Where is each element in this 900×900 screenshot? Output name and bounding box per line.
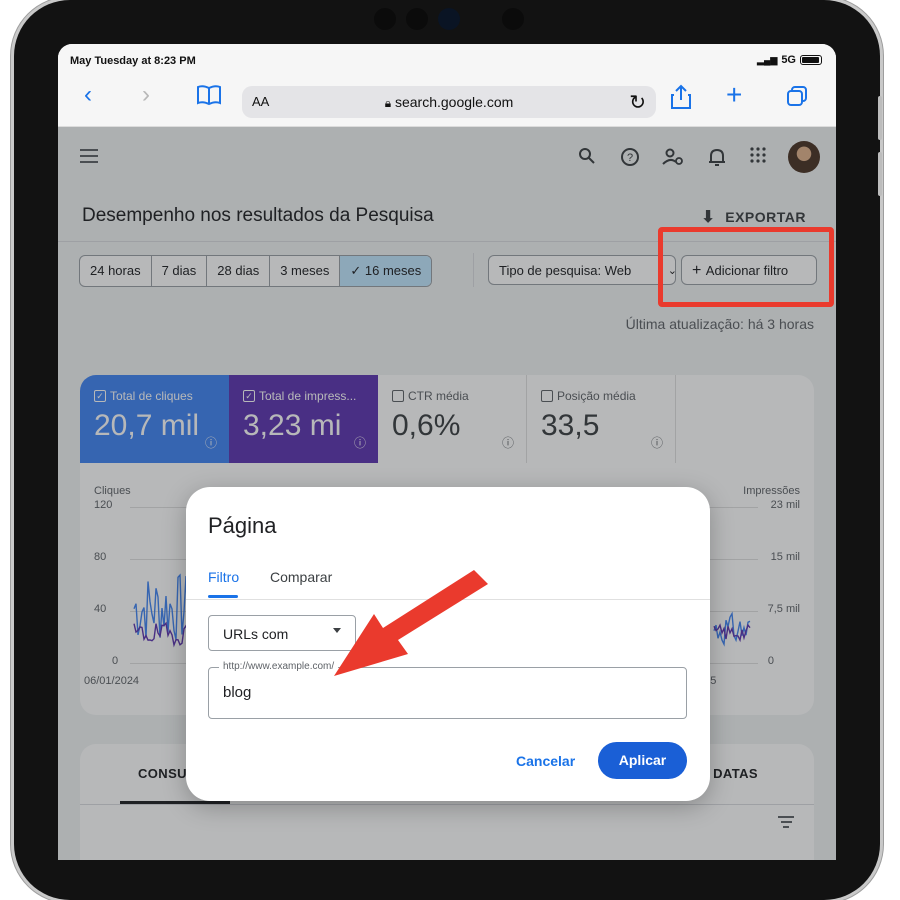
forward-icon[interactable]: ›	[142, 82, 150, 108]
volume-button	[878, 152, 882, 196]
url-filter-field[interactable]: http://www.example.com/	[208, 661, 687, 719]
reload-icon[interactable]: ↻	[629, 90, 646, 115]
lock-icon: 🔒︎	[384, 96, 392, 110]
battery-icon	[800, 55, 822, 65]
camera-dot	[406, 8, 428, 30]
back-icon[interactable]: ‹	[84, 82, 92, 108]
tab-filter[interactable]: Filtro	[208, 569, 239, 585]
tabs-icon[interactable]	[786, 85, 808, 113]
divider	[186, 599, 710, 600]
dropdown-caret-icon	[333, 628, 341, 633]
page-filter-dialog: Página Filtro Comparar URLs com http://w…	[186, 487, 710, 801]
bookmarks-icon[interactable]	[196, 84, 222, 112]
status-time: May Tuesday at 8:23 PM	[70, 55, 196, 67]
camera-dot	[374, 8, 396, 30]
dialog-title: Página	[208, 513, 277, 538]
share-icon[interactable]	[670, 84, 692, 116]
field-label: http://www.example.com/	[219, 661, 339, 672]
cancel-button[interactable]: Cancelar	[516, 753, 575, 769]
url-filter-input[interactable]	[223, 684, 663, 701]
browser-toolbar: ‹ › AA 🔒︎ search.google.com ↻ +	[58, 72, 836, 127]
signal-icon: ▂▄▆	[757, 54, 778, 65]
annotation-highlight-box	[658, 227, 834, 307]
network-label: 5G	[781, 54, 796, 66]
active-tab-indicator	[208, 595, 238, 598]
camera-dot	[502, 8, 524, 30]
match-type-select[interactable]: URLs com	[208, 615, 356, 651]
apply-button[interactable]: Aplicar	[598, 742, 687, 779]
match-type-value: URLs com	[223, 626, 289, 642]
new-tab-icon[interactable]: +	[726, 81, 742, 109]
tab-compare[interactable]: Comparar	[270, 569, 332, 585]
volume-button	[878, 96, 882, 140]
status-right: ▂▄▆ 5G	[757, 54, 822, 66]
url-host: search.google.com	[394, 94, 514, 110]
status-bar: May Tuesday at 8:23 PM ▂▄▆ 5G	[58, 44, 836, 72]
url-text: 🔒︎ search.google.com	[242, 94, 656, 111]
address-bar[interactable]: AA 🔒︎ search.google.com ↻	[242, 86, 656, 118]
camera-lens	[438, 8, 460, 30]
